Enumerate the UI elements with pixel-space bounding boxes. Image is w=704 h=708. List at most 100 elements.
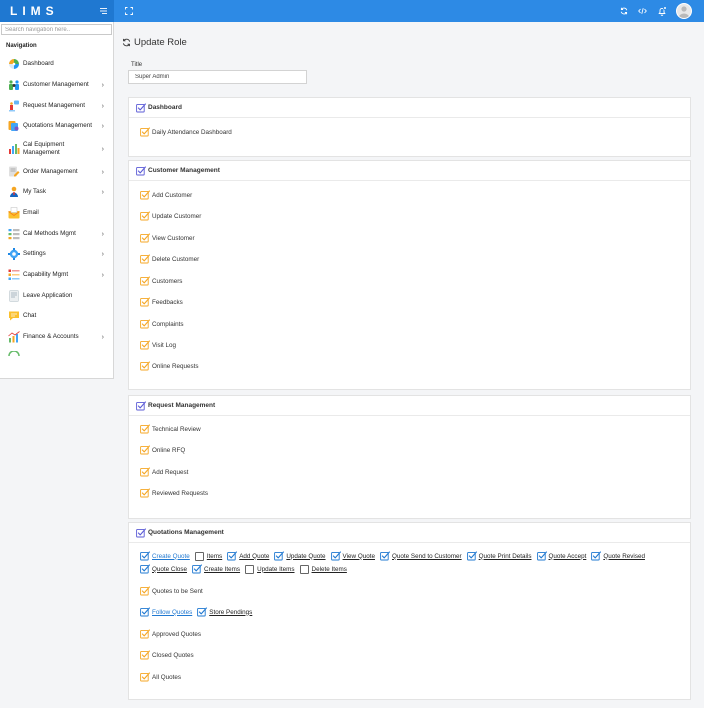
sidebar-item-chat[interactable]: Chat [0, 310, 113, 322]
code-icon[interactable] [638, 7, 647, 16]
email-icon [8, 207, 20, 219]
permission-checkbox[interactable] [140, 607, 150, 617]
app-logo[interactable]: LIMS [10, 4, 59, 18]
permission-checkbox[interactable] [140, 650, 150, 660]
fullscreen-icon[interactable] [124, 7, 133, 16]
permission-item[interactable]: View Quote [330, 551, 375, 561]
permission-checkbox[interactable] [140, 276, 150, 286]
permission-checkbox[interactable] [140, 361, 150, 371]
permission-item[interactable]: Create Items [192, 564, 240, 574]
permission-checkbox[interactable] [140, 488, 150, 498]
sidebar-item-cal-methods-mgmt[interactable]: Cal Methods Mgmt › [0, 228, 113, 240]
permission-checkbox[interactable] [536, 551, 547, 561]
permission-checkbox[interactable] [140, 127, 150, 137]
permission-item[interactable]: All Quotes [140, 672, 181, 682]
sidebar-item-my-task[interactable]: My Task › [0, 186, 113, 198]
user-avatar[interactable] [676, 3, 692, 19]
sidebar-item-finance-accounts[interactable]: Finance & Accounts › [0, 331, 113, 343]
permission-item[interactable]: Technical Review [140, 424, 201, 434]
permission-item[interactable]: Update Items [245, 564, 295, 574]
unchecked-checkbox[interactable] [245, 564, 255, 574]
permission-item[interactable]: Update Customer [140, 211, 201, 221]
permission-checkbox[interactable] [140, 467, 150, 477]
sidebar-item-partial[interactable] [0, 351, 113, 363]
permission-checkbox[interactable] [380, 551, 390, 561]
permission-checkbox[interactable] [140, 445, 150, 455]
permission-item[interactable]: Follow Quotes [140, 607, 192, 617]
permission-item[interactable]: View Customer [140, 233, 195, 243]
permission-item[interactable]: Quote Close [140, 564, 187, 574]
card-title: Dashboard [148, 104, 182, 111]
permission-item[interactable]: Quote Revised [591, 551, 645, 561]
permission-checkbox[interactable] [330, 551, 341, 561]
hamburger-menu-icon[interactable] [99, 7, 108, 16]
permission-item[interactable]: Online RFQ [140, 445, 185, 455]
permission-item[interactable]: Add Customer [140, 190, 192, 200]
notification-bell-icon[interactable] [657, 5, 667, 16]
permission-item[interactable]: Add Quote [227, 551, 269, 561]
sidebar-item-request-management[interactable]: Request Management › [0, 100, 113, 112]
permission-checkbox[interactable] [140, 319, 150, 329]
permission-checkbox[interactable] [140, 190, 150, 200]
permission-item[interactable]: Customers [140, 276, 182, 286]
permission-checkbox[interactable] [140, 254, 150, 264]
section-checkbox[interactable] [136, 527, 146, 538]
request-icon [9, 100, 19, 112]
unchecked-checkbox[interactable] [299, 564, 309, 574]
permission-item[interactable]: Update Quote [274, 551, 326, 561]
permission-checkbox[interactable] [197, 607, 208, 617]
permission-item[interactable]: Approved Quotes [140, 629, 201, 639]
permission-item[interactable]: Items [194, 551, 222, 561]
permission-checkbox[interactable] [140, 551, 150, 561]
permission-checkbox[interactable] [274, 551, 285, 561]
refresh-icon[interactable] [619, 7, 628, 16]
unchecked-checkbox[interactable] [194, 551, 204, 561]
sidebar-item-quotations-management[interactable]: Quotations Management › [0, 120, 113, 132]
section-checkbox[interactable] [136, 400, 146, 411]
chevron-right-icon: › [101, 333, 104, 341]
sidebar-item-capability-mgmt[interactable]: Capability Mgmt › [0, 269, 113, 281]
permission-item[interactable]: Add Request [140, 467, 188, 477]
permission-item[interactable]: Quote Print Details [466, 551, 532, 561]
sidebar-item-leave-application[interactable]: Leave Application [0, 290, 113, 302]
permission-checkbox[interactable] [192, 564, 202, 574]
page-title-text: Update Role [134, 37, 187, 48]
permission-item[interactable]: Store Pendings [197, 607, 252, 617]
permission-item[interactable]: Daily Attendance Dashboard [140, 127, 232, 137]
search-navigation-input[interactable] [5, 26, 111, 33]
permission-item[interactable]: Online Requests [140, 361, 199, 371]
permission-item[interactable]: Reviewed Requests [140, 488, 208, 498]
permission-item[interactable]: Quote Accept [536, 551, 586, 561]
permission-checkbox[interactable] [591, 551, 602, 561]
permission-item[interactable]: Complaints [140, 319, 184, 329]
permission-item[interactable]: Quote Send to Customer [380, 551, 462, 561]
permission-item[interactable]: Delete Customer [140, 254, 199, 264]
permission-item[interactable]: Create Quote [140, 551, 190, 561]
permission-checkbox[interactable] [140, 340, 150, 350]
title-field-label: Title [131, 62, 143, 68]
permission-item[interactable]: Feedbacks [140, 297, 183, 307]
permission-checkbox[interactable] [140, 672, 150, 682]
sidebar-item-order-management[interactable]: Order Management › [0, 166, 113, 178]
sidebar-item-cal-equipment-management[interactable]: Cal Equipment Management › [0, 140, 113, 158]
title-input[interactable] [128, 70, 307, 84]
permission-item[interactable]: Visit Log [140, 340, 176, 350]
permission-checkbox[interactable] [140, 629, 150, 639]
permission-checkbox[interactable] [466, 551, 477, 561]
permission-checkbox[interactable] [227, 551, 238, 561]
permission-checkbox[interactable] [140, 211, 150, 221]
permission-checkbox[interactable] [140, 233, 150, 243]
permission-item[interactable]: Quotes to be Sent [140, 586, 203, 596]
sidebar-item-settings[interactable]: Settings › [0, 248, 113, 260]
permission-item[interactable]: Delete Items [299, 564, 347, 574]
permission-checkbox[interactable] [140, 586, 150, 596]
sidebar-item-customer-management[interactable]: Customer Management › [0, 79, 113, 91]
permission-item[interactable]: Closed Quotes [140, 650, 194, 660]
permission-checkbox[interactable] [140, 297, 150, 307]
sidebar-item-dashboard[interactable]: Dashboard [0, 58, 113, 70]
sidebar-item-email[interactable]: Email [0, 207, 113, 219]
permission-checkbox[interactable] [140, 424, 150, 434]
section-checkbox[interactable] [136, 102, 146, 113]
permission-checkbox[interactable] [140, 564, 150, 574]
section-checkbox[interactable] [136, 165, 146, 176]
